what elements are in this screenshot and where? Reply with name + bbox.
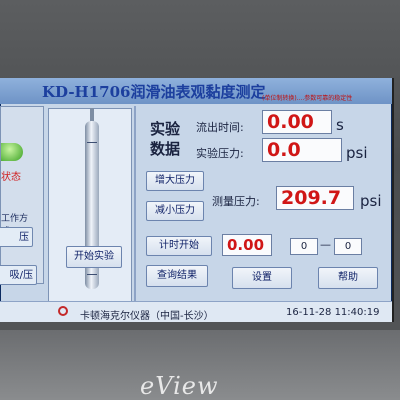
pressure-unit: psi bbox=[346, 144, 368, 162]
flow-time-value: 0.00 bbox=[262, 110, 332, 134]
query-results-button[interactable]: 查询结果 bbox=[146, 265, 208, 287]
hmi-screen: KD-H1706润滑油表观黏度测定 (单位制转换)....参数可靠的稳定性 状态… bbox=[0, 78, 394, 322]
status-label: 状态 bbox=[1, 172, 21, 183]
data-label-line1: 实验 bbox=[150, 120, 181, 138]
brand-logo: eView bbox=[140, 372, 219, 400]
timer-value: 0.00 bbox=[222, 234, 272, 256]
title-bar: KD-H1706润滑油表观黏度测定 (单位制转换)....参数可靠的稳定性 bbox=[0, 78, 392, 104]
title-note: (单位制转换)....参数可靠的稳定性 bbox=[262, 95, 353, 102]
status-indicator-icon bbox=[1, 143, 23, 161]
pressure-label: 实验压力: bbox=[196, 147, 244, 160]
left-panel: 状态 工作方式： 压 吸/压 bbox=[0, 106, 44, 285]
measured-pressure-value: 209.7 bbox=[276, 186, 354, 210]
flow-time-unit: s bbox=[336, 116, 344, 134]
range-to-field[interactable]: 0 bbox=[334, 238, 362, 255]
company-logo-icon bbox=[58, 306, 68, 316]
decrease-pressure-button[interactable]: 减小压力 bbox=[146, 201, 204, 221]
flow-time-label: 流出时间: bbox=[196, 121, 244, 134]
mode-button-suck-press[interactable]: 吸/压 bbox=[0, 265, 37, 285]
tube-mark bbox=[87, 274, 97, 275]
tube-mark bbox=[87, 142, 97, 143]
footer-bar: 卡顿海克尔仪器（中国-长沙） 16-11-28 11:40:19 bbox=[0, 301, 392, 322]
start-experiment-button[interactable]: 开始实验 bbox=[66, 246, 122, 268]
mode-button-press[interactable]: 压 bbox=[0, 227, 33, 247]
timer-start-button[interactable]: 计时开始 bbox=[146, 236, 212, 256]
range-separator: — bbox=[320, 238, 331, 251]
increase-pressure-button[interactable]: 增大压力 bbox=[146, 171, 204, 191]
help-button[interactable]: 帮助 bbox=[318, 267, 378, 289]
measured-pressure-unit: psi bbox=[360, 192, 382, 210]
data-label-line2: 数据 bbox=[150, 140, 181, 158]
company-name: 卡顿海克尔仪器（中国-长沙） bbox=[80, 311, 214, 322]
divider bbox=[134, 106, 136, 314]
range-from-field[interactable]: 0 bbox=[290, 238, 318, 255]
settings-button[interactable]: 设置 bbox=[232, 267, 292, 289]
pressure-value: 0.0 bbox=[262, 138, 342, 162]
datetime-display: 16-11-28 11:40:19 bbox=[286, 307, 380, 318]
app-title: KD-H1706润滑油表观黏度测定 bbox=[42, 83, 266, 101]
measured-pressure-label: 测量压力: bbox=[212, 195, 260, 208]
